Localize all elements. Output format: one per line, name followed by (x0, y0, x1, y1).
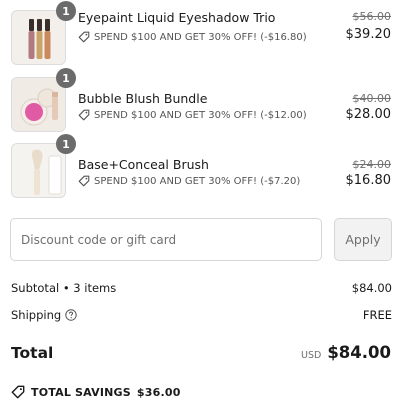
currency-code: USD (301, 350, 322, 361)
subtotal-label: Subtotal • 3 items (11, 281, 117, 295)
discount-note: SPEND $100 AND GET 30% OFF! (-$7.20) (78, 175, 300, 187)
product-name: Eyepaint Liquid Eyeshadow Trio (78, 10, 276, 25)
tag-icon (78, 109, 90, 121)
tag-icon (78, 175, 90, 187)
shipping-value: FREE (362, 308, 392, 322)
blush-bundle-image (11, 77, 66, 132)
total-amount-group: USD $84.00 (301, 343, 391, 362)
quantity-badge: 1 (56, 134, 76, 154)
eyeshadow-trio-image (11, 10, 66, 65)
discounted-price: $28.00 (345, 107, 392, 122)
product-name: Bubble Blush Bundle (78, 91, 208, 106)
apply-button[interactable]: Apply (334, 218, 392, 261)
line-item: 1 Eyepaint Liquid Eyeshadow Trio SPEND $… (0, 1, 400, 68)
total-label: Total (11, 344, 54, 362)
shipping-row: Shipping FREE (11, 308, 392, 322)
subtotal-value: $84.00 (351, 281, 392, 295)
total-amount: $84.00 (327, 343, 391, 362)
quantity-badge: 1 (56, 1, 76, 21)
original-price: $24.00 (352, 158, 392, 171)
product-thumbnail: 1 (11, 1, 76, 65)
savings-label: TOTAL SAVINGS (31, 385, 131, 399)
product-thumbnail: 1 (11, 68, 76, 132)
discounted-price: $16.80 (345, 173, 392, 188)
line-item: 1 Bubble Blush Bundle SPEND $100 AND GET… (0, 68, 400, 135)
discount-form: Apply (10, 218, 392, 261)
discount-text: SPEND $100 AND GET 30% OFF! (-$16.80) (94, 31, 307, 43)
discount-text: SPEND $100 AND GET 30% OFF! (-$7.20) (94, 175, 301, 187)
brush-image (11, 143, 66, 198)
original-price: $56.00 (352, 10, 392, 23)
product-name: Base+Conceal Brush (78, 157, 209, 172)
discount-text: SPEND $100 AND GET 30% OFF! (-$12.00) (94, 109, 307, 121)
shipping-label: Shipping (11, 308, 62, 322)
question-circle-icon[interactable] (65, 309, 77, 321)
discount-note: SPEND $100 AND GET 30% OFF! (-$16.80) (78, 31, 307, 43)
tag-icon (78, 31, 90, 43)
product-thumbnail: 1 (11, 134, 76, 198)
discount-code-input[interactable] (10, 218, 322, 261)
quantity-badge: 1 (56, 68, 76, 88)
total-savings: TOTAL SAVINGS $36.00 (11, 385, 181, 399)
tag-icon (11, 385, 25, 399)
original-price: $40.00 (352, 92, 392, 105)
line-item: 1 Base+Conceal Brush SPEND $100 AND GET … (0, 134, 400, 201)
subtotal-row: Subtotal • 3 items $84.00 (11, 281, 392, 295)
savings-value: $36.00 (136, 385, 181, 399)
discount-note: SPEND $100 AND GET 30% OFF! (-$12.00) (78, 109, 307, 121)
discounted-price: $39.20 (345, 27, 392, 42)
